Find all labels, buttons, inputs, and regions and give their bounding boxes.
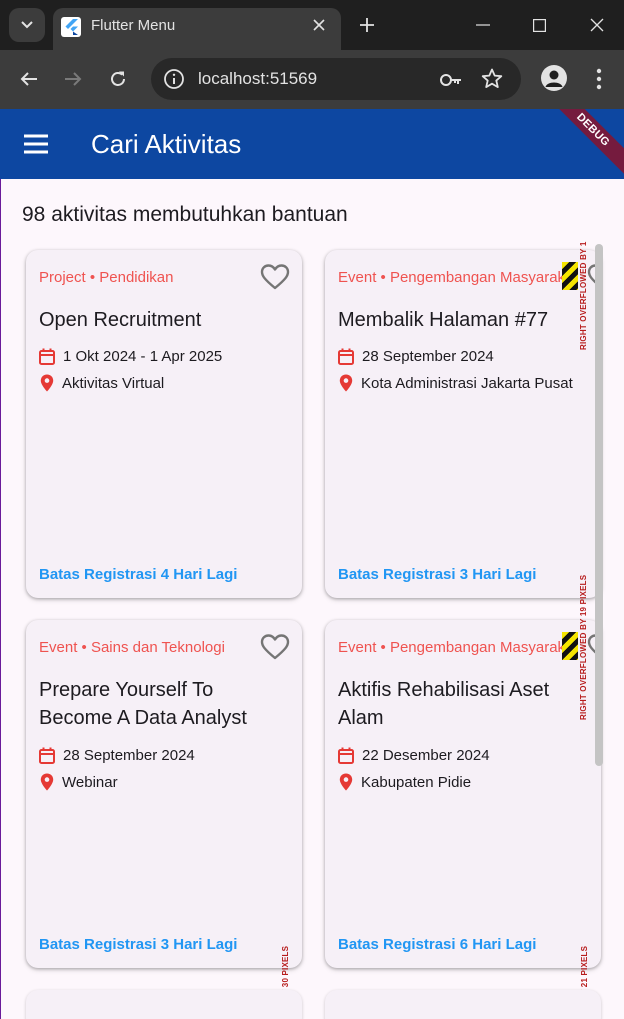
card-deadline: Batas Registrasi 6 Hari Lagi xyxy=(338,936,537,953)
browser-toolbar: localhost:51569 xyxy=(0,50,624,109)
card-title: Open Recruitment xyxy=(39,309,202,331)
activity-card[interactable]: Event • Pengembangan Masyarakat Aktifis … xyxy=(325,620,601,968)
activity-card[interactable]: Event • Sains dan Teknologi Prepare Your… xyxy=(26,620,302,968)
close-icon xyxy=(590,18,604,32)
new-tab-button[interactable] xyxy=(355,13,379,37)
card-date-row: 28 September 2024 xyxy=(338,346,494,366)
debug-banner: DEBUG xyxy=(540,109,624,179)
browser-tab-active[interactable]: Flutter Menu xyxy=(53,8,341,50)
card-deadline: Batas Registrasi 4 Hari Lagi xyxy=(39,566,238,583)
activity-count-heading: 98 aktivitas membutuhkan bantuan xyxy=(22,203,348,226)
card-deadline: Batas Registrasi 3 Hari Lagi xyxy=(338,566,537,583)
close-icon xyxy=(313,19,325,31)
minimize-button[interactable] xyxy=(469,12,497,38)
card-location-row: Kabupaten Pidie xyxy=(338,772,471,792)
card-category: Event • Pengembangan Masyarakat xyxy=(338,639,578,656)
maximize-icon xyxy=(532,18,546,32)
location-pin-icon xyxy=(339,773,353,791)
card-location: Webinar xyxy=(62,773,118,791)
calendar-icon xyxy=(39,747,55,764)
overflow-warning-stripe xyxy=(562,632,578,660)
profile-avatar[interactable] xyxy=(541,65,567,91)
overflow-label: RIGHT OVERFLOWED BY 1 xyxy=(579,241,588,350)
plus-icon xyxy=(360,18,374,32)
activity-card-partial[interactable] xyxy=(26,990,302,1019)
minimize-icon xyxy=(476,24,490,26)
heart-outline-icon[interactable] xyxy=(260,263,290,291)
card-title: Aktifis Rehabilisasi Aset Alam xyxy=(338,679,550,729)
card-date-row: 1 Okt 2024 - 1 Apr 2025 xyxy=(39,346,222,366)
hamburger-menu-icon[interactable] xyxy=(22,131,50,157)
card-date: 28 September 2024 xyxy=(63,746,195,764)
card-category: Project • Pendidikan xyxy=(39,269,174,286)
activity-card[interactable]: Event • Pengembangan Masyarakat Membalik… xyxy=(325,250,601,598)
key-icon[interactable] xyxy=(439,69,463,91)
more-vertical-icon[interactable] xyxy=(590,66,608,92)
activity-card[interactable]: Project • Pendidikan Open Recruitment 1 … xyxy=(26,250,302,598)
forward-button[interactable] xyxy=(61,67,85,91)
tab-title: Flutter Menu xyxy=(91,17,176,34)
location-pin-icon xyxy=(339,374,353,392)
arrow-left-icon xyxy=(20,72,37,86)
tab-search-button[interactable] xyxy=(9,8,45,42)
close-window-button[interactable] xyxy=(583,12,611,38)
card-title: Membalik Halaman #77 xyxy=(338,309,549,331)
star-icon[interactable] xyxy=(480,67,504,91)
arrow-right-icon xyxy=(65,72,82,86)
card-date: 28 September 2024 xyxy=(362,347,494,365)
card-category: Event • Pengembangan Masyarakat xyxy=(338,269,578,286)
location-pin-icon xyxy=(40,773,54,791)
tab-close-button[interactable] xyxy=(309,15,329,35)
card-date: 22 Desember 2024 xyxy=(362,746,490,764)
heart-outline-icon[interactable] xyxy=(260,633,290,661)
overflow-label: RIGHT OVERFLOWED BY 19 PIXELS xyxy=(579,574,588,720)
card-location: Kota Administrasi Jakarta Pusat xyxy=(361,374,573,392)
app-bar: Cari Aktivitas DEBUG xyxy=(0,109,624,179)
person-icon xyxy=(545,70,563,87)
activity-card-partial[interactable] xyxy=(325,990,601,1019)
address-bar[interactable]: localhost:51569 xyxy=(151,58,521,100)
maximize-button[interactable] xyxy=(525,12,553,38)
card-date-row: 22 Desember 2024 xyxy=(338,745,490,765)
back-button[interactable] xyxy=(17,67,41,91)
calendar-icon xyxy=(338,348,354,365)
scrollbar[interactable] xyxy=(595,244,603,766)
card-deadline: Batas Registrasi 3 Hari Lagi xyxy=(39,936,238,953)
url-text[interactable]: localhost:51569 xyxy=(198,69,317,89)
card-location-row: Webinar xyxy=(39,772,118,792)
overflow-warning-stripe xyxy=(562,262,578,290)
card-date-row: 28 September 2024 xyxy=(39,745,195,765)
card-title: Prepare Yourself To Become A Data Analys… xyxy=(39,679,247,729)
flutter-logo-icon xyxy=(61,17,81,37)
location-pin-icon xyxy=(40,374,54,392)
browser-tab-strip: Flutter Menu xyxy=(0,0,624,50)
calendar-icon xyxy=(338,747,354,764)
chevron-down-icon xyxy=(21,21,33,29)
card-category: Event • Sains dan Teknologi xyxy=(39,639,225,656)
site-info-icon[interactable] xyxy=(163,68,185,90)
card-location: Kabupaten Pidie xyxy=(361,773,472,791)
page-title: Cari Aktivitas xyxy=(91,129,242,159)
card-location: Aktivitas Virtual xyxy=(62,374,165,392)
card-location-row: Kota Administrasi Jakarta Pusat xyxy=(338,373,573,393)
card-location-row: Aktivitas Virtual xyxy=(39,373,164,393)
card-date: 1 Okt 2024 - 1 Apr 2025 xyxy=(63,347,223,365)
reload-button[interactable] xyxy=(106,67,130,91)
calendar-icon xyxy=(39,348,55,365)
reload-icon xyxy=(111,71,125,86)
